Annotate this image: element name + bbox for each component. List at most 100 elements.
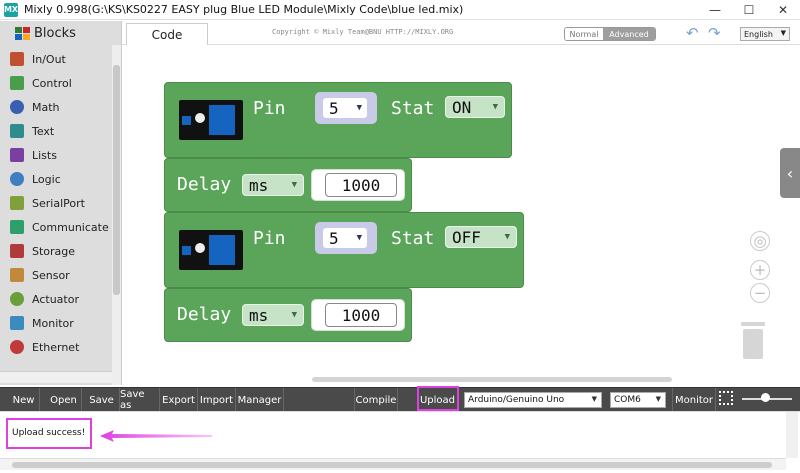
monitor-icon — [10, 316, 24, 330]
chevron-down-icon: ▼ — [356, 233, 362, 243]
recenter-icon[interactable]: ◎ — [750, 231, 770, 251]
delay-unit-value: ms — [249, 175, 269, 195]
undo-icon[interactable]: ↶ — [686, 25, 702, 41]
new-button[interactable]: New — [8, 388, 40, 412]
maximize-button[interactable]: ☐ — [732, 0, 766, 20]
ethernet-icon — [10, 340, 24, 354]
sidebar-item-lists[interactable]: Lists — [0, 143, 112, 167]
compile-button[interactable]: Compile — [354, 388, 398, 412]
port-select-value: COM6 — [614, 395, 641, 405]
pin-value: 5 — [329, 98, 339, 118]
sidebar-item-sensor[interactable]: Sensor — [0, 263, 112, 287]
import-button[interactable]: Import — [198, 388, 236, 412]
workspace-horizontal-scrollbar[interactable] — [312, 377, 672, 382]
redo-icon[interactable]: ↷ — [708, 25, 724, 41]
mode-toggle[interactable]: Normal Advanced — [564, 27, 656, 41]
pin-dropdown[interactable]: 5 ▼ — [323, 228, 367, 248]
sidebar-item-ethernet[interactable]: Ethernet — [0, 335, 112, 359]
actuator-icon — [10, 292, 24, 306]
serial-monitor-icon[interactable] — [719, 391, 733, 405]
puzzle-icon — [15, 27, 30, 40]
zoom-out-icon[interactable]: − — [750, 283, 770, 303]
output-scrollbar-thumb[interactable] — [12, 462, 772, 468]
board-select[interactable]: Arduino/Genuino Uno ▼ — [464, 392, 602, 408]
sidebar-item-label: Lists — [32, 148, 57, 162]
output-vertical-scrollbar[interactable] — [786, 412, 798, 458]
sidebar-item-logic[interactable]: Logic — [0, 167, 112, 191]
sidebar-item-math[interactable]: Math — [0, 95, 112, 119]
mixly-app-icon: MX — [4, 2, 18, 17]
led-module-connector — [182, 246, 191, 255]
window-title: Mixly 0.998(G:\KS\KS0227 EASY plug Blue … — [24, 3, 464, 16]
led-module-led — [195, 113, 205, 123]
blockly-workspace[interactable]: Pin 5 ▼ Stat ON ▼ Delay ms ▼ 1000 Pin 5 … — [122, 45, 800, 385]
delay-value-input[interactable]: 1000 — [325, 173, 397, 197]
trash-icon[interactable] — [739, 321, 767, 361]
zoom-in-icon[interactable]: + — [750, 260, 770, 280]
sidebar-horizontal-scrollbar[interactable] — [0, 371, 112, 383]
chevron-down-icon: ▼ — [291, 180, 297, 190]
sidebar-item-label: Monitor — [32, 316, 74, 330]
monitor-button[interactable]: Monitor — [672, 388, 716, 412]
pin-socket: 5 ▼ — [315, 92, 377, 124]
open-button[interactable]: Open — [46, 388, 82, 412]
manager-button[interactable]: Manager — [236, 388, 284, 412]
lists-icon — [10, 148, 24, 162]
sidebar-item-storage[interactable]: Storage — [0, 239, 112, 263]
chevron-down-icon: ▼ — [655, 395, 661, 403]
led-module-led — [195, 243, 205, 253]
mode-advanced-button[interactable]: Advanced — [603, 28, 655, 40]
language-select-value: English — [744, 29, 773, 39]
chevron-down-icon: ▼ — [780, 29, 786, 37]
sidebar-scrollbar-thumb[interactable] — [113, 65, 120, 295]
output-panel: Upload success! — [0, 411, 800, 473]
sidebar-item-inout[interactable]: In/Out — [0, 47, 112, 71]
delay-unit-dropdown[interactable]: ms ▼ — [242, 174, 304, 196]
blue-led-module-image — [179, 230, 243, 270]
save-button[interactable]: Save — [84, 388, 120, 412]
delay-label: Delay — [177, 304, 232, 325]
led-module-blue-part — [209, 235, 235, 265]
sidebar-item-monitor[interactable]: Monitor — [0, 311, 112, 335]
chevron-left-icon: ‹ — [786, 163, 794, 183]
sidebar-item-communicate[interactable]: Communicate — [0, 215, 112, 239]
blocks-header: Blocks — [0, 21, 112, 45]
sidebar-item-label: Logic — [32, 172, 61, 186]
delay-unit-dropdown[interactable]: ms ▼ — [242, 304, 304, 326]
chevron-down-icon: ▼ — [356, 103, 362, 113]
zoom-slider-knob[interactable] — [761, 393, 770, 402]
bulb-icon — [10, 172, 24, 186]
arrow-left-icon — [100, 430, 212, 442]
tab-code[interactable]: Code — [126, 23, 208, 45]
close-button[interactable]: ✕ — [766, 0, 800, 20]
digital-write-block[interactable]: Pin 5 ▼ Stat ON ▼ — [164, 82, 512, 158]
pin-value: 5 — [329, 228, 339, 248]
sidebar-item-text[interactable]: Text — [0, 119, 112, 143]
stat-dropdown[interactable]: ON ▼ — [445, 96, 505, 118]
output-horizontal-scrollbar[interactable] — [0, 458, 786, 470]
language-select[interactable]: English ▼ — [740, 27, 790, 41]
blue-led-module-image — [179, 100, 243, 140]
minimize-button[interactable]: — — [698, 0, 732, 20]
bottom-toolbar: New Open Save Save as Export Import Mana… — [0, 387, 800, 412]
mode-normal-button[interactable]: Normal — [565, 28, 603, 40]
sidebar-item-serialport[interactable]: SerialPort — [0, 191, 112, 215]
stat-dropdown[interactable]: OFF ▼ — [445, 226, 517, 248]
export-button[interactable]: Export — [160, 388, 198, 412]
sidebar-item-actuator[interactable]: Actuator — [0, 287, 112, 311]
sidebar-item-label: Ethernet — [32, 340, 80, 354]
pin-label: Pin — [253, 98, 286, 119]
save-as-button[interactable]: Save as — [120, 388, 160, 412]
pin-dropdown[interactable]: 5 ▼ — [323, 98, 367, 118]
delay-block[interactable]: Delay ms ▼ 1000 — [164, 158, 412, 212]
sidebar-item-control[interactable]: Control — [0, 71, 112, 95]
sidebar-scrollbar[interactable] — [112, 45, 121, 385]
sidebar-item-label: SerialPort — [32, 196, 85, 210]
port-select[interactable]: COM6 ▼ — [610, 392, 666, 408]
collapse-panel-tab[interactable]: ‹ — [780, 148, 800, 198]
delay-value-input[interactable]: 1000 — [325, 303, 397, 327]
sidebar-item-label: Actuator — [32, 292, 79, 306]
delay-block[interactable]: Delay ms ▼ 1000 — [164, 288, 412, 342]
gamepad-icon — [10, 76, 24, 90]
digital-write-block[interactable]: Pin 5 ▼ Stat OFF ▼ — [164, 212, 524, 288]
